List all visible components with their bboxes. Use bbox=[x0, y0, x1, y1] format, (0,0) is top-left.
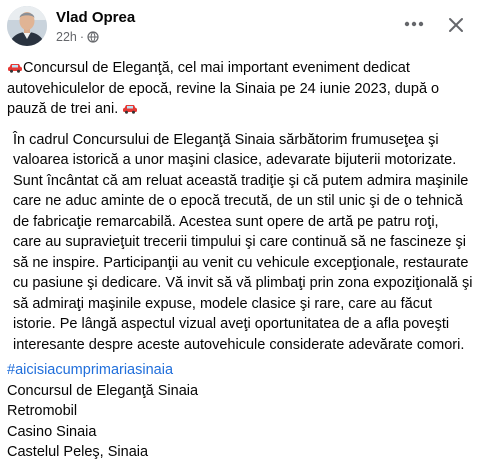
tag-line: Casino Sinaia bbox=[7, 423, 97, 440]
globe-icon[interactable] bbox=[87, 31, 99, 43]
close-icon bbox=[449, 18, 463, 32]
car-emoji-icon bbox=[123, 105, 138, 114]
post-timestamp[interactable]: 22h bbox=[56, 30, 77, 44]
post-body: În cadrul Concursului de Eleganţă Sinaia… bbox=[7, 130, 485, 356]
hashtag-link[interactable]: #aicisiacumprimariasinaia bbox=[7, 360, 485, 381]
more-horizontal-icon bbox=[404, 21, 424, 27]
intro-text-1: Concursul de Eleganţă, cel mai important… bbox=[23, 60, 410, 76]
body-line: istorie. Pe lângă aspectul vizual aveţi … bbox=[13, 316, 450, 332]
author-avatar[interactable] bbox=[7, 6, 47, 46]
body-line: cu pasiune şi dedicare. Vă invit să vă p… bbox=[13, 275, 473, 291]
tag-line: Concursul de Eleganţă Sinaia bbox=[7, 382, 199, 399]
tag-line: Castelul Peleş, Sinaia bbox=[7, 444, 149, 460]
meta-separator: · bbox=[79, 30, 85, 44]
intro-text-3: pauză de trei ani. bbox=[7, 101, 119, 117]
body-line: interesante despre aceste autovehicule c… bbox=[13, 336, 465, 353]
red-car-emoji-icon bbox=[8, 64, 22, 73]
post-header: Vlad Oprea 22h · bbox=[0, 0, 490, 58]
avatar-image bbox=[7, 6, 47, 46]
more-options-button[interactable] bbox=[402, 12, 426, 36]
body-line: care au supravieţuit trecerii timpului ş… bbox=[13, 234, 466, 250]
body-line: valoarea istorică a unor maşini clasice,… bbox=[13, 152, 457, 168]
post-content: Concursul de Eleganţă, cel mai important… bbox=[7, 58, 485, 463]
body-line: Sunt încântat că am reluat această tradi… bbox=[13, 172, 469, 189]
intro-line: Concursul de Eleganţă, cel mai important… bbox=[7, 58, 485, 79]
intro-text-2: autovehiculelor de epocă, revine la Sina… bbox=[7, 80, 440, 97]
author-name[interactable]: Vlad Oprea bbox=[56, 9, 135, 26]
body-line: de fabricaţie remarcabilă. Acestea sunt … bbox=[13, 213, 439, 230]
body-line: care ne aduc aminte de o epocă trecută, … bbox=[13, 193, 463, 209]
intro-line: pauză de trei ani. bbox=[7, 99, 485, 120]
body-line: să admiraţi maşinile expuse, modele clas… bbox=[13, 295, 433, 312]
post-meta: 22h · bbox=[56, 30, 99, 44]
post-tags: #aicisiacumprimariasinaia Concursul de E… bbox=[7, 360, 485, 463]
body-line: În cadrul Concursului de Eleganţă Sinaia… bbox=[13, 131, 439, 148]
body-line: să ne inspire. Participanţii au venit cu… bbox=[13, 254, 469, 271]
post-intro: Concursul de Eleganţă, cel mai important… bbox=[7, 58, 485, 120]
facebook-post: Vlad Oprea 22h · Concursul de Eleganţă, … bbox=[0, 0, 490, 460]
tag-line: Retromobil bbox=[7, 403, 78, 419]
close-button[interactable] bbox=[442, 11, 470, 39]
